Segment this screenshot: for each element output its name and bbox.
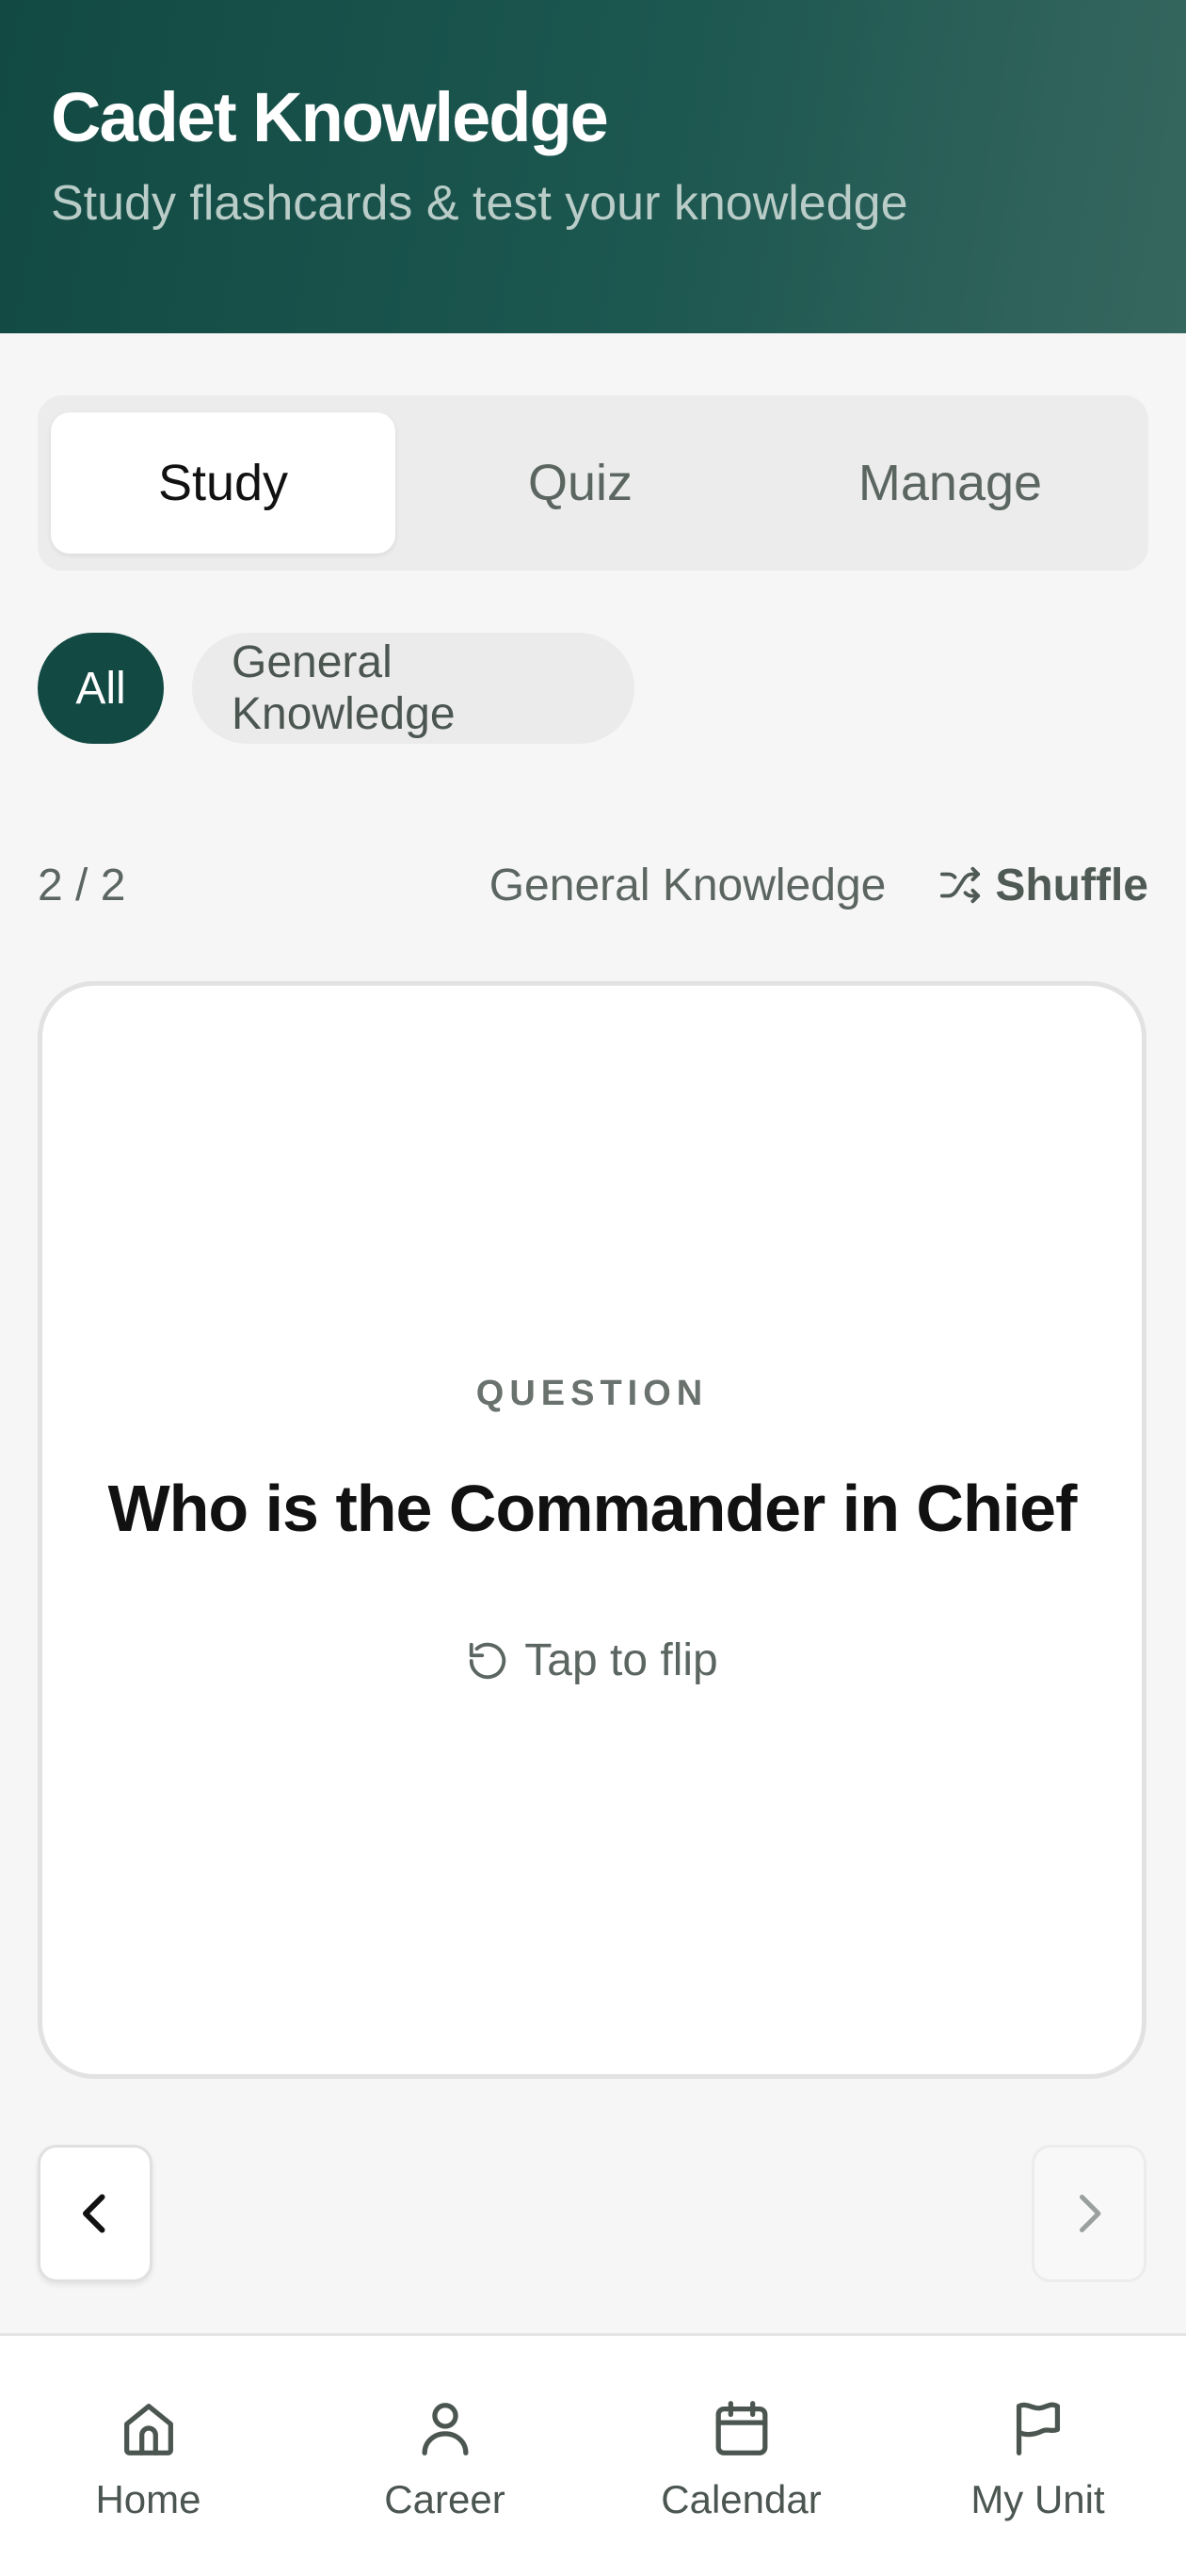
shuffle-button[interactable]: Shuffle bbox=[938, 860, 1148, 911]
flashcard[interactable]: QUESTION Who is the Commander in Chief T… bbox=[38, 981, 1146, 2079]
nav-calendar-label: Calendar bbox=[661, 2477, 822, 2521]
nav-my-unit[interactable]: My Unit bbox=[897, 2391, 1179, 2576]
nav-career-label: Career bbox=[384, 2477, 505, 2521]
bottom-navigation: Home Career Calendar My Unit bbox=[0, 2333, 1186, 2576]
tab-quiz[interactable]: Quiz bbox=[395, 412, 765, 554]
card-meta-row: 2 / 2 General Knowledge Shuffle bbox=[38, 852, 1148, 918]
flip-hint[interactable]: Tap to flip bbox=[466, 1634, 718, 1686]
app-header: Cadet Knowledge Study flashcards & test … bbox=[0, 0, 1186, 333]
flip-hint-label: Tap to flip bbox=[524, 1635, 718, 1685]
card-question-text: Who is the Commander in Chief bbox=[107, 1472, 1078, 1545]
nav-calendar[interactable]: Calendar bbox=[601, 2391, 883, 2576]
chevron-right-icon bbox=[1080, 2195, 1101, 2232]
nav-my-unit-label: My Unit bbox=[970, 2477, 1105, 2521]
card-side-label: QUESTION bbox=[475, 1374, 709, 1413]
person-icon bbox=[422, 2403, 468, 2455]
filter-chip-all[interactable]: All bbox=[38, 633, 164, 744]
card-counter: 2 / 2 bbox=[38, 860, 126, 910]
page-title: Cadet Knowledge bbox=[51, 78, 609, 156]
tab-manage[interactable]: Manage bbox=[765, 412, 1135, 554]
category-filters: All General Knowledge bbox=[38, 633, 634, 744]
shuffle-label: Shuffle bbox=[995, 860, 1148, 910]
rotate-icon bbox=[470, 1642, 506, 1679]
page-subtitle: Study flashcards & test your knowledge bbox=[51, 176, 908, 231]
filter-chip-general-knowledge[interactable]: General Knowledge bbox=[192, 633, 634, 744]
chevron-left-icon bbox=[83, 2194, 105, 2233]
shuffle-icon bbox=[940, 866, 981, 904]
nav-home-label: Home bbox=[95, 2477, 201, 2521]
card-category: General Knowledge bbox=[489, 860, 887, 910]
next-card-button[interactable] bbox=[1032, 2145, 1146, 2282]
home-icon bbox=[123, 2404, 173, 2455]
mode-tabs: Study Quiz Manage bbox=[38, 395, 1148, 571]
calendar-icon bbox=[715, 2401, 767, 2455]
nav-career[interactable]: Career bbox=[304, 2391, 586, 2576]
previous-card-button[interactable] bbox=[38, 2145, 152, 2282]
tab-study[interactable]: Study bbox=[51, 412, 395, 554]
flag-icon bbox=[1016, 2402, 1060, 2455]
nav-home[interactable]: Home bbox=[8, 2391, 290, 2576]
